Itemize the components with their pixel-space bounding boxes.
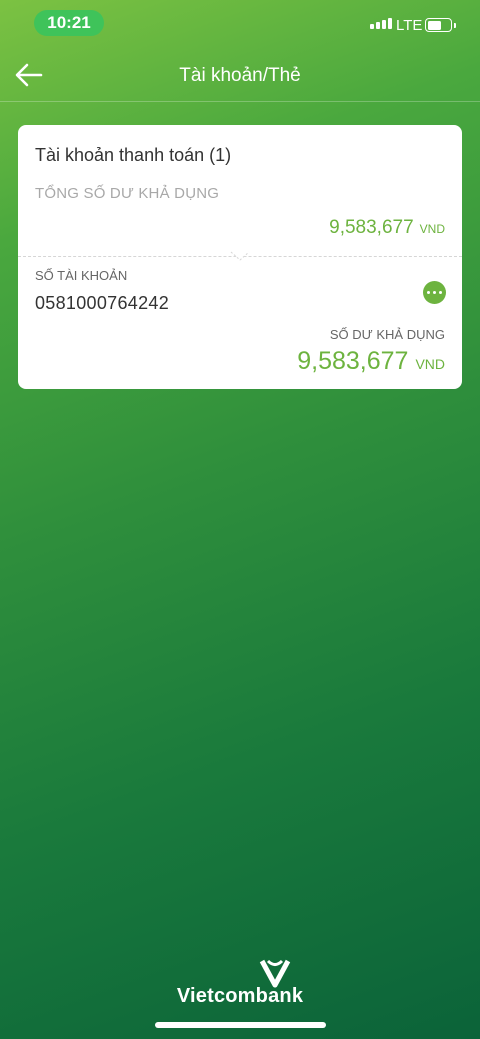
- account-number-label: SỐ TÀI KHOẢN: [35, 268, 128, 283]
- signal-icon: [370, 18, 392, 29]
- home-indicator[interactable]: [155, 1022, 326, 1028]
- total-balance-label: TỔNG SỐ DƯ KHẢ DỤNG: [35, 185, 220, 202]
- vietcombank-logo-icon: [259, 959, 291, 988]
- account-number: 0581000764242: [35, 293, 170, 313]
- status-bar: 10:21 LTE: [0, 0, 480, 50]
- nav-header: Tài khoản/Thẻ: [0, 50, 480, 102]
- total-balance: 9,583,677 VND: [329, 217, 445, 239]
- available-balance-label: SỐ DƯ KHẢ DỤNG: [329, 327, 445, 342]
- available-balance: 9,583,677 VND: [297, 347, 445, 376]
- more-options-icon: [426, 290, 431, 295]
- network-type: LTE: [396, 17, 423, 34]
- battery-icon: [425, 18, 456, 32]
- available-balance-amount: 9,583,677: [297, 347, 409, 375]
- total-balance-amount: 9,583,677: [329, 217, 414, 238]
- more-options-button[interactable]: [423, 281, 446, 304]
- available-balance-currency: VND: [415, 356, 445, 372]
- account-type-title: Tài khoản thanh toán (1): [35, 145, 232, 165]
- status-time: 10:21: [34, 10, 104, 36]
- page-title: Tài khoản/Thẻ: [179, 65, 301, 86]
- chevron-down-icon: [230, 251, 250, 261]
- account-card[interactable]: Tài khoản thanh toán (1) TỔNG SỐ DƯ KHẢ …: [18, 125, 462, 389]
- brand-name: Vietcombank: [176, 985, 304, 1007]
- total-balance-currency: VND: [419, 222, 445, 236]
